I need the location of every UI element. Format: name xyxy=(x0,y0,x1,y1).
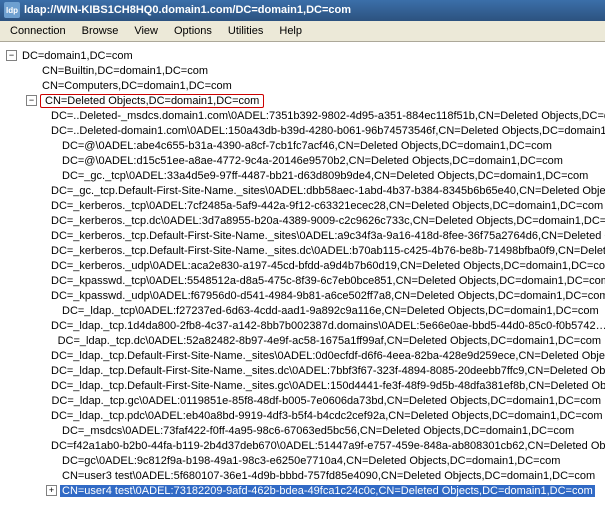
tree-item[interactable]: DC=_kpasswd._udp\0ADEL:f67956d0-d541-498… xyxy=(2,288,603,303)
menubar: Connection Browse View Options Utilities… xyxy=(0,21,605,42)
tree-item[interactable]: DC=_ldap._tcp.Default-First-Site-Name._s… xyxy=(2,363,603,378)
tree-item-label: DC=_kerberos._tcp.Default-First-Site-Nam… xyxy=(49,245,605,257)
tree-item-label: DC=domain1,DC=com xyxy=(20,50,135,62)
window-title: ldap://WIN-KIBS1CH8HQ0.domain1.com/DC=do… xyxy=(24,4,351,16)
tree-item-label: DC=..Deleted-_msdcs.domain1.com\0ADEL:73… xyxy=(49,110,605,122)
expander-none xyxy=(46,155,57,166)
tree-item[interactable]: DC=_kerberos._tcp\0ADEL:7cf2485a-5af9-44… xyxy=(2,198,603,213)
tree-item[interactable]: DC=_ldap._tcp\0ADEL:f27237ed-6d63-4cdd-a… xyxy=(2,303,603,318)
menu-utilities[interactable]: Utilities xyxy=(220,23,271,39)
tree-item-label: CN=user3 test\0ADEL:5f680107-36e1-4d9b-b… xyxy=(60,470,597,482)
tree-item-label: CN=user4 test\0ADEL:73182209-9afd-462b-b… xyxy=(60,485,595,497)
tree-item-label: DC=_ldap._tcp.Default-First-Site-Name._s… xyxy=(49,350,605,362)
tree-item[interactable]: DC=_msdcs\0ADEL:73faf422-f0ff-4a95-98c6-… xyxy=(2,423,603,438)
tree-item[interactable]: DC=_ldap._tcp.dc\0ADEL:52a82482-8b97-4e9… xyxy=(2,333,603,348)
tree-item-label: DC=_ldap._tcp.Default-First-Site-Name._s… xyxy=(49,365,605,377)
expander-none xyxy=(46,425,57,436)
tree-item-label: DC=_kerberos._udp\0ADEL:aca2e830-a197-45… xyxy=(49,260,605,272)
tree-item-label: DC=_ldap._tcp.gc\0ADEL:0119851e-85f8-48d… xyxy=(49,395,603,407)
expander-none xyxy=(46,170,57,181)
expander-none xyxy=(46,455,57,466)
menu-help[interactable]: Help xyxy=(271,23,310,39)
expander-none xyxy=(46,470,57,481)
tree-item[interactable]: DC=_ldap._tcp.pdc\0ADEL:eb40a8bd-9919-4d… xyxy=(2,408,603,423)
menu-connection[interactable]: Connection xyxy=(2,23,74,39)
tree-item[interactable]: DC=..Deleted-_msdcs.domain1.com\0ADEL:73… xyxy=(2,108,603,123)
tree-item[interactable]: DC=_ldap._tcp.Default-First-Site-Name._s… xyxy=(2,348,603,363)
tree-item[interactable]: DC=_gc._tcp.Default-First-Site-Name._sit… xyxy=(2,183,603,198)
tree-item-label: DC=_kpasswd._tcp\0ADEL:5548512a-d8a5-475… xyxy=(49,275,605,287)
tree-item-label: DC=_kpasswd._udp\0ADEL:f67956d0-d541-498… xyxy=(49,290,605,302)
expander-none xyxy=(26,80,37,91)
menu-browse[interactable]: Browse xyxy=(74,23,127,39)
expander-minus-icon[interactable]: − xyxy=(6,50,17,61)
tree-item-label: DC=_ldap._tcp.1d4da800-2fb8-4c37-a142-8b… xyxy=(49,320,605,332)
expander-none xyxy=(26,65,37,76)
tree-item-deleted-objects[interactable]: − CN=Deleted Objects,DC=domain1,DC=com xyxy=(2,93,603,108)
tree-item-label: DC=_kerberos._tcp\0ADEL:7cf2485a-5af9-44… xyxy=(49,200,605,212)
tree-item[interactable]: DC=@\0ADEL:abe4c655-b31a-4390-a8cf-7cb1f… xyxy=(2,138,603,153)
tree-item[interactable]: DC=@\0ADEL:d15c51ee-a8ae-4772-9c4a-20146… xyxy=(2,153,603,168)
tree-item[interactable]: CN=Computers,DC=domain1,DC=com xyxy=(2,78,603,93)
menu-view[interactable]: View xyxy=(126,23,166,39)
ldap-app-icon: ldp xyxy=(4,2,20,18)
tree-item-label: DC=_kerberos._tcp.Default-First-Site-Nam… xyxy=(49,230,605,242)
tree-item-label: DC=_ldap._tcp.pdc\0ADEL:eb40a8bd-9919-4d… xyxy=(49,410,605,422)
tree-item-label: CN=Computers,DC=domain1,DC=com xyxy=(40,80,234,92)
tree-item-label: DC=_ldap._tcp.Default-First-Site-Name._s… xyxy=(49,380,605,392)
tree-item-label: DC=gc\0ADEL:9c812f9a-b198-49a1-98c3-e625… xyxy=(60,455,562,467)
tree-item[interactable]: DC=_kpasswd._tcp\0ADEL:5548512a-d8a5-475… xyxy=(2,273,603,288)
tree-item[interactable]: DC=f42a1ab0-b2b0-44fa-b119-2b4d37deb670\… xyxy=(2,438,603,453)
menu-options[interactable]: Options xyxy=(166,23,220,39)
tree-item-label: DC=_msdcs\0ADEL:73faf422-f0ff-4a95-98c6-… xyxy=(60,425,576,437)
tree-item-label: DC=..Deleted-domain1.com\0ADEL:150a43db-… xyxy=(49,125,605,137)
expander-none xyxy=(46,140,57,151)
tree-item[interactable]: DC=_kerberos._tcp.Default-First-Site-Nam… xyxy=(2,243,603,258)
tree-item[interactable]: DC=gc\0ADEL:9c812f9a-b198-49a1-98c3-e625… xyxy=(2,453,603,468)
tree-item[interactable]: DC=_ldap._tcp.gc\0ADEL:0119851e-85f8-48d… xyxy=(2,393,603,408)
tree-item-label: DC=_gc._tcp.Default-First-Site-Name._sit… xyxy=(49,185,605,197)
tree-item[interactable]: +CN=user4 test\0ADEL:73182209-9afd-462b-… xyxy=(2,483,603,498)
tree-item[interactable]: DC=_gc._tcp\0ADEL:33a4d5e9-97ff-4487-bb2… xyxy=(2,168,603,183)
tree-item[interactable]: CN=Builtin,DC=domain1,DC=com xyxy=(2,63,603,78)
expander-minus-icon[interactable]: − xyxy=(26,95,37,106)
tree-item[interactable]: DC=..Deleted-domain1.com\0ADEL:150a43db-… xyxy=(2,123,603,138)
tree-item-label: DC=_ldap._tcp.dc\0ADEL:52a82482-8b97-4e9… xyxy=(56,335,603,347)
tree-item-label: DC=_kerberos._tcp.dc\0ADEL:3d7a8955-b20a… xyxy=(49,215,605,227)
tree-item[interactable]: DC=_ldap._tcp.1d4da800-2fb8-4c37-a142-8b… xyxy=(2,318,603,333)
expander-none xyxy=(46,305,57,316)
window-titlebar: ldp ldap://WIN-KIBS1CH8HQ0.domain1.com/D… xyxy=(0,0,605,21)
tree-item-root[interactable]: − DC=domain1,DC=com xyxy=(2,48,603,63)
expander-plus-icon[interactable]: + xyxy=(46,485,57,496)
tree-item-label: DC=_gc._tcp\0ADEL:33a4d5e9-97ff-4487-bb2… xyxy=(60,170,590,182)
tree-item[interactable]: DC=_ldap._tcp.Default-First-Site-Name._s… xyxy=(2,378,603,393)
tree-item-label: DC=_ldap._tcp\0ADEL:f27237ed-6d63-4cdd-a… xyxy=(60,305,601,317)
tree-item[interactable]: DC=_kerberos._tcp.dc\0ADEL:3d7a8955-b20a… xyxy=(2,213,603,228)
tree-pane: − DC=domain1,DC=com CN=Builtin,DC=domain… xyxy=(0,42,605,502)
expander-none xyxy=(46,335,53,346)
tree-item-label: DC=@\0ADEL:d15c51ee-a8ae-4772-9c4a-20146… xyxy=(60,155,565,167)
tree-item[interactable]: DC=_kerberos._udp\0ADEL:aca2e830-a197-45… xyxy=(2,258,603,273)
tree-item-label: DC=@\0ADEL:abe4c655-b31a-4390-a8cf-7cb1f… xyxy=(60,140,554,152)
tree-item-label: DC=f42a1ab0-b2b0-44fa-b119-2b4d37deb670\… xyxy=(49,440,605,452)
tree-item-label: CN=Builtin,DC=domain1,DC=com xyxy=(40,65,210,77)
tree-item[interactable]: CN=user3 test\0ADEL:5f680107-36e1-4d9b-b… xyxy=(2,468,603,483)
tree-item-label-highlighted: CN=Deleted Objects,DC=domain1,DC=com xyxy=(40,94,264,108)
tree-item[interactable]: DC=_kerberos._tcp.Default-First-Site-Nam… xyxy=(2,228,603,243)
